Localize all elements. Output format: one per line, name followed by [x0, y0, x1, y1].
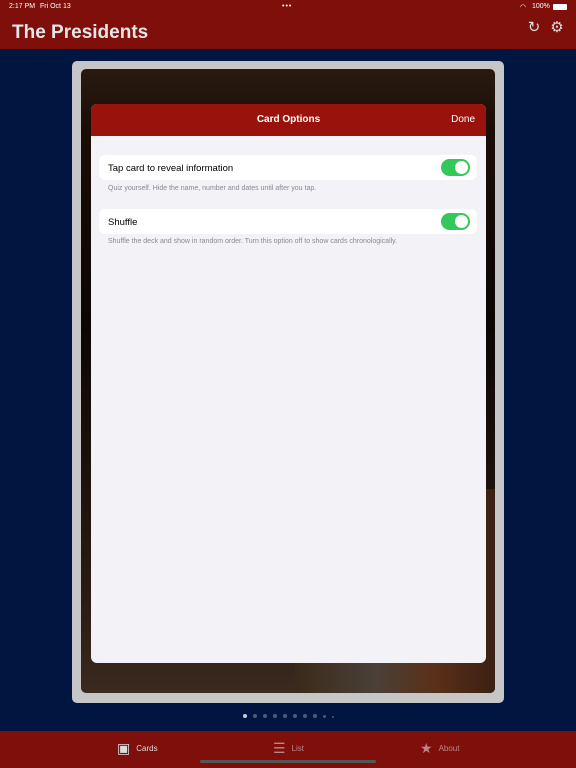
page-indicator[interactable]: [0, 714, 576, 718]
page-dot[interactable]: [292, 714, 297, 718]
gear-icon[interactable]: ⚙: [549, 20, 565, 36]
page-dot[interactable]: [252, 714, 257, 718]
reveal-option-label: Tap card to reveal information: [108, 163, 234, 174]
multitasking-dots-icon[interactable]: •••: [282, 3, 292, 10]
shuffle-option-row: Shuffle: [99, 209, 477, 234]
page-dot[interactable]: [242, 714, 247, 718]
wifi-icon: ◠: [520, 4, 527, 11]
page-dot[interactable]: [322, 715, 326, 718]
shuffle-option-footer: Shuffle the deck and show in random orde…: [108, 238, 398, 245]
page-title: The Presidents: [12, 22, 149, 43]
star-icon: ★: [420, 740, 433, 756]
card-options-modal: Card Options Done Tap card to reveal inf…: [91, 104, 486, 663]
tab-about-label: About: [438, 744, 460, 753]
shuffle-toggle[interactable]: [441, 213, 470, 230]
list-icon: ☰: [273, 740, 286, 756]
tab-about[interactable]: ★ About: [420, 740, 459, 757]
done-button[interactable]: Done: [451, 114, 475, 125]
page-dot[interactable]: [302, 714, 307, 718]
shuffle-option-label: Shuffle: [108, 217, 138, 228]
tab-cards-label: Cards: [136, 744, 158, 753]
page-dot[interactable]: [262, 714, 267, 718]
battery-level: 100%: [532, 3, 550, 10]
navigation-bar: 2:17 PM Fri Oct 13 ••• ◠ 100% The Presid…: [0, 0, 576, 49]
tab-list-label: List: [291, 744, 305, 753]
modal-title: Card Options: [256, 114, 321, 125]
page-dot[interactable]: [331, 716, 334, 718]
reveal-option-row: Tap card to reveal information: [99, 155, 477, 180]
tab-cards[interactable]: ▣ Cards: [117, 740, 158, 757]
reveal-toggle[interactable]: [441, 159, 470, 176]
page-dot[interactable]: [312, 714, 317, 718]
page-dot[interactable]: [272, 714, 277, 718]
status-time: 2:17 PM: [9, 3, 36, 10]
person-card-icon: ▣: [117, 740, 131, 756]
tab-list[interactable]: ☰ List: [273, 740, 304, 757]
battery-icon: [553, 4, 567, 10]
reveal-option-footer: Quiz yourself. Hide the name, number and…: [108, 185, 317, 192]
page-dot[interactable]: [282, 714, 287, 718]
status-date: Fri Oct 13: [40, 3, 71, 10]
refresh-icon[interactable]: ↻: [526, 20, 542, 36]
home-indicator[interactable]: [200, 760, 376, 763]
